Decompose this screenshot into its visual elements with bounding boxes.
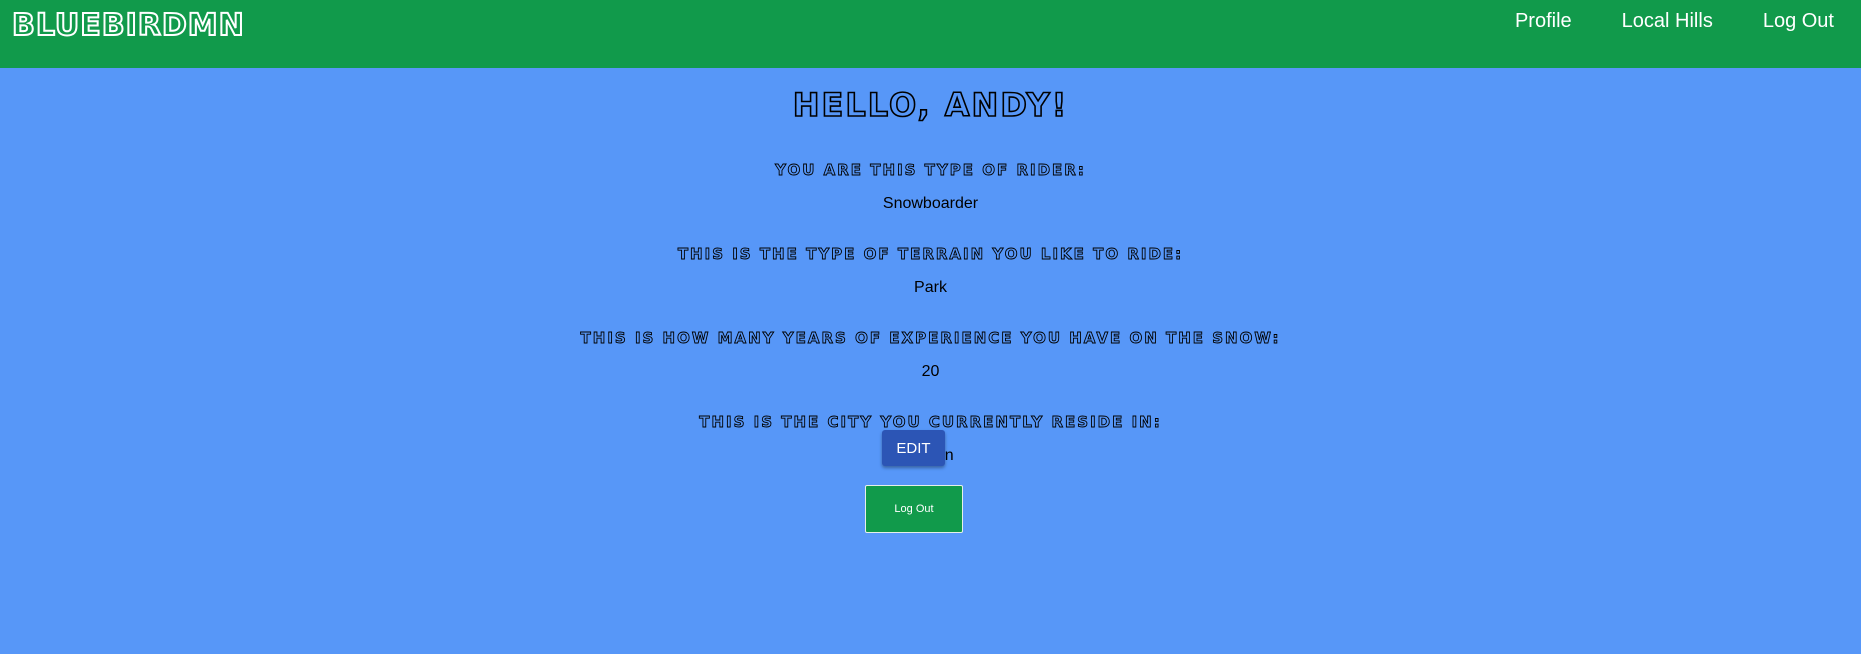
city-label: This is the city you currently reside in… — [699, 413, 1162, 432]
profile-main: Hello, Andy! You are this type of rider:… — [0, 68, 1861, 654]
experience-label: This is how many years of experience you… — [580, 329, 1281, 348]
nav-links: Profile Local Hills Log Out — [1515, 10, 1834, 33]
edit-button[interactable]: EDIT — [882, 430, 945, 466]
terrain-value: Park — [914, 279, 947, 296]
nav-local-hills-link[interactable]: Local Hills — [1622, 10, 1713, 33]
nav-profile-link[interactable]: Profile — [1515, 10, 1572, 33]
rider-type-value: Snowboarder — [882, 195, 979, 212]
rider-type-label: You are this type of rider: — [775, 161, 1086, 180]
navbar: BlueBirdMN Profile Local Hills Log Out — [0, 0, 1861, 68]
terrain-label: This is the type of terrain you like to … — [677, 245, 1184, 264]
logout-button[interactable]: Log Out — [865, 485, 963, 533]
greeting-heading: Hello, Andy! — [792, 85, 1069, 125]
brand-logo[interactable]: BlueBirdMN — [11, 7, 245, 44]
experience-value: 20 — [921, 363, 940, 380]
nav-logout-link[interactable]: Log Out — [1763, 10, 1834, 33]
